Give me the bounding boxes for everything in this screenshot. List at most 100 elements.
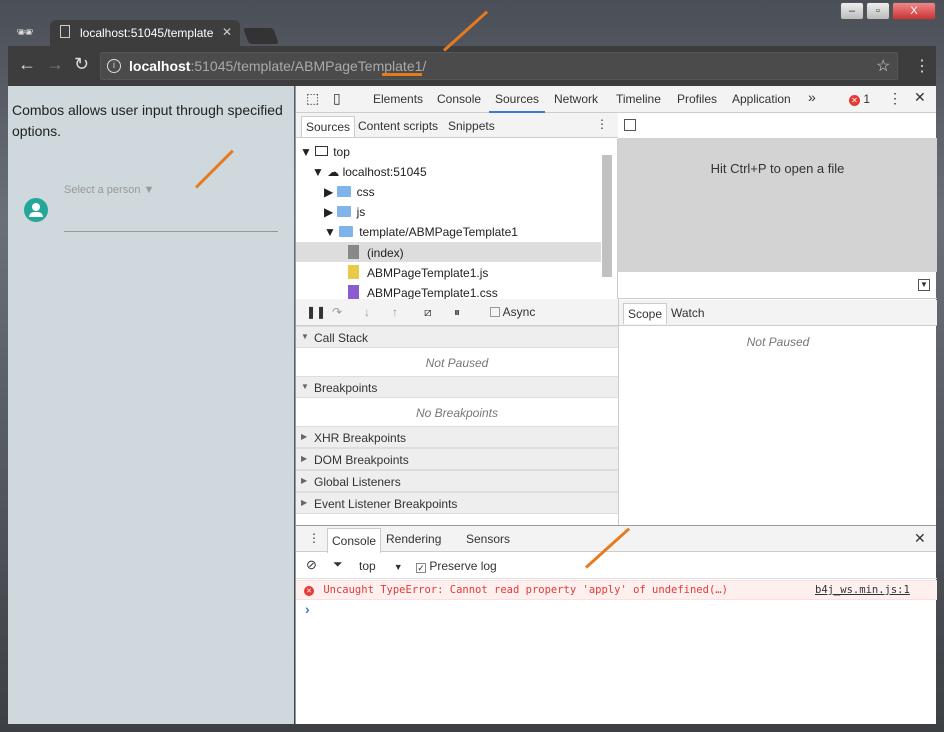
nav-tab-snippets[interactable]: Snippets [448, 119, 495, 133]
close-drawer-icon[interactable]: ✕ [914, 530, 926, 547]
nav-tab-content-scripts[interactable]: Content scripts [358, 119, 438, 133]
drawer-tab-sensors[interactable]: Sensors [466, 532, 510, 546]
scope-tabbar: Scope Watch [619, 300, 937, 326]
clear-console-icon[interactable]: ⊘ [306, 557, 317, 573]
bookmark-star-icon[interactable]: ☆ [876, 56, 890, 76]
toggle-debugger-icon[interactable]: ▼ [918, 279, 930, 291]
global-listeners-header[interactable]: Global Listeners [296, 470, 618, 492]
address-bar[interactable]: i localhost:51045/template/ABMPageTempla… [100, 52, 898, 80]
tab-scope[interactable]: Scope [623, 303, 668, 324]
tab-sources[interactable]: Sources [489, 86, 546, 113]
forward-button[interactable]: → [46, 54, 64, 75]
pause-icon[interactable]: ❚❚ [306, 305, 326, 319]
call-stack-status: Not Paused [425, 356, 489, 370]
error-count: 1 [863, 92, 871, 106]
console-prompt[interactable]: › [305, 601, 310, 617]
tree-item-js[interactable]: ▶ js [324, 205, 365, 219]
close-window-button[interactable]: X [892, 2, 936, 20]
folder-icon [339, 226, 354, 237]
breakpoints-header[interactable]: Breakpoints [296, 376, 618, 398]
debugger-toolbar: ❚❚ ↷ ↓ ↑ ⧄ ⏸ Async [296, 299, 618, 326]
tab-elements[interactable]: Elements [373, 92, 423, 106]
tab-timeline[interactable]: Timeline [616, 92, 661, 106]
menu-icon[interactable]: ⋮ [914, 56, 930, 76]
tab-console[interactable]: Console [437, 92, 481, 106]
page-description: Combos allows user input through specifi… [12, 102, 283, 139]
devtools-panel: ⬚ ▯ Elements Console Sources Network Tim… [295, 86, 937, 724]
close-tab-icon[interactable]: ✕ [222, 25, 232, 39]
incognito-icon: 🕶 [16, 24, 34, 40]
device-toolbar-icon[interactable]: ▯ [333, 90, 341, 107]
tab-watch[interactable]: Watch [671, 306, 705, 320]
navigator-menu-icon[interactable]: ⋮ [596, 117, 608, 131]
tab-application[interactable]: Application [732, 92, 791, 106]
browser-tab[interactable]: localhost:51045/template ✕ [50, 20, 240, 46]
step-out-icon[interactable]: ↑ [392, 305, 398, 319]
context-select[interactable]: top ▼ [359, 559, 403, 573]
toggle-navigator-icon[interactable] [624, 119, 636, 131]
deactivate-breakpoints-icon[interactable]: ⧄ [424, 305, 432, 320]
filter-icon[interactable]: ⏷ [333, 557, 343, 572]
reload-button[interactable]: ↻ [74, 54, 89, 75]
dom-breakpoints-header[interactable]: DOM Breakpoints [296, 448, 618, 470]
more-tabs-button[interactable]: » [808, 89, 816, 105]
tree-item-host[interactable]: ▼ ☁ localhost:51045 [312, 165, 427, 179]
maximize-button[interactable]: ▫ [866, 2, 890, 20]
url-host: localhost [129, 58, 191, 74]
step-into-icon[interactable]: ↓ [364, 305, 370, 319]
async-checkbox[interactable]: Async [490, 305, 535, 319]
back-button[interactable]: ← [18, 54, 36, 75]
pause-on-exceptions-icon[interactable]: ⏸ [454, 305, 460, 320]
tree-item-index[interactable]: (index) [348, 245, 404, 260]
person-select[interactable]: Select a person ▼ [64, 182, 278, 232]
devtools-menu-icon[interactable]: ⋮ [888, 90, 902, 107]
file-tree: ▼ top ▼ ☁ localhost:51045 ▶ css ▶ js ▼ t… [296, 139, 618, 300]
tab-title: localhost:51045/template [80, 26, 214, 40]
editor-area: Hit Ctrl+P to open a file ▼ [618, 113, 937, 299]
folder-icon [336, 206, 351, 217]
inspect-element-icon[interactable]: ⬚ [306, 90, 319, 107]
preserve-log-label: Preserve log [429, 559, 497, 573]
annotation-underline [382, 73, 422, 76]
drawer-menu-icon[interactable]: ⋮ [308, 531, 320, 545]
file-icon [348, 245, 359, 259]
console-error-row: ✕ Uncaught TypeError: Cannot read proper… [296, 580, 937, 600]
error-message: Uncaught TypeError: Cannot read property… [323, 584, 728, 596]
select-placeholder: Select a person ▼ [64, 184, 155, 196]
preserve-log-checkbox[interactable]: ✓ Preserve log [416, 559, 497, 573]
navigator-tabbar: Sources Content scripts Snippets ⋮ [296, 113, 618, 138]
tab-network[interactable]: Network [554, 92, 598, 106]
xhr-breakpoints-header[interactable]: XHR Breakpoints [296, 426, 618, 448]
tree-item-top[interactable]: ▼ top [300, 145, 350, 159]
step-over-icon[interactable]: ↷ [332, 305, 342, 319]
folder-icon [336, 186, 351, 197]
tab-profiles[interactable]: Profiles [677, 92, 717, 106]
error-icon: ✕ [304, 586, 314, 596]
nav-tab-sources[interactable]: Sources [301, 116, 356, 137]
tree-item-js-file[interactable]: ABMPageTemplate1.js [348, 265, 488, 280]
async-label: Async [502, 305, 536, 319]
editor-hint: Hit Ctrl+P to open a file [618, 138, 937, 272]
devtools-tabbar: ⬚ ▯ Elements Console Sources Network Tim… [296, 86, 936, 113]
drawer-tab-console[interactable]: Console [327, 528, 382, 553]
close-devtools-icon[interactable]: ✕ [914, 89, 926, 106]
scope-status: Not Paused [746, 335, 810, 349]
page-icon [60, 25, 70, 38]
tree-scrollbar[interactable] [602, 155, 612, 277]
tree-item-css-file[interactable]: ABMPageTemplate1.css [348, 285, 498, 300]
js-file-icon [348, 265, 359, 279]
minimize-button[interactable]: – [840, 2, 864, 20]
error-count-badge[interactable]: ✕ 1 [849, 92, 870, 106]
drawer-tab-rendering[interactable]: Rendering [386, 532, 441, 546]
tree-item-template[interactable]: ▼ template/ABMPageTemplate1 [324, 225, 518, 239]
new-tab-button[interactable] [243, 28, 279, 44]
url-path: :51045/template/ABMPageTemplate1/ [190, 58, 427, 74]
breakpoints-status: No Breakpoints [415, 406, 499, 420]
info-icon: i [107, 59, 121, 73]
console-toolbar: ⊘ ⏷ top ▼ ✓ Preserve log [296, 553, 937, 579]
tree-item-css[interactable]: ▶ css [324, 185, 375, 199]
error-source-link[interactable]: b4j_ws.min.js:1 [815, 584, 910, 596]
person-icon [24, 198, 48, 222]
call-stack-header[interactable]: Call Stack [296, 326, 618, 348]
event-listener-breakpoints-header[interactable]: Event Listener Breakpoints [296, 492, 618, 514]
